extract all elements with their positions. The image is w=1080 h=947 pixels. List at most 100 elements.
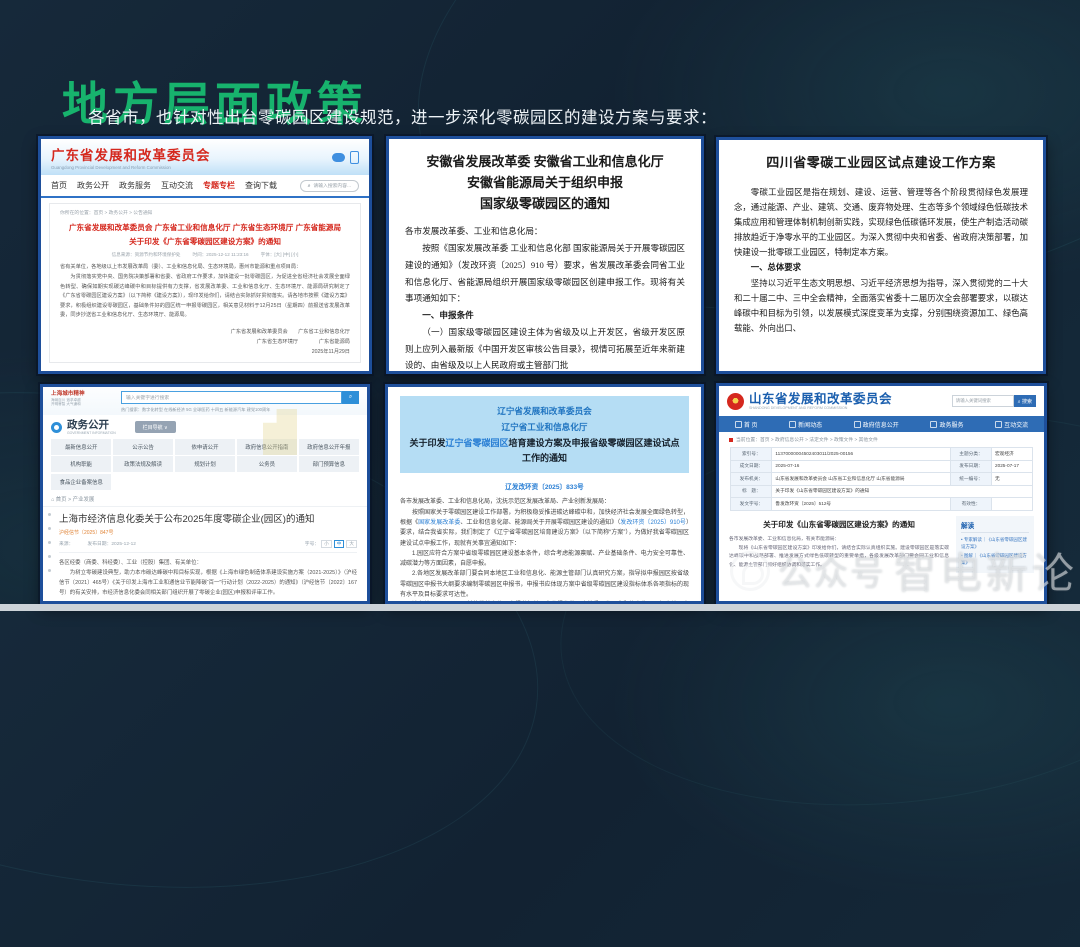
search-input[interactable]: 请输入关键词搜索 (951, 395, 1014, 407)
meta-value (990, 497, 1033, 511)
site-logo-text: 上海城市精神 海纳百川 追求卓越 开明睿智 大气谦和 (51, 391, 85, 407)
site-header: 上海城市精神 海纳百川 追求卓越 开明睿智 大气谦和 输入关键字进行搜索 ⌕ 热… (43, 387, 367, 415)
site-header: ★ 山东省发展和改革委员会 SHANDONG DEVELOPMENT AND R… (719, 386, 1044, 416)
meta-value: 关于印发《山东省零碳园区建设方案》的通知 (771, 484, 1033, 499)
issuer-line: 辽宁省工业和信息化厅 (501, 422, 588, 433)
menu-item[interactable]: 公示公告 (112, 438, 174, 455)
font-small-button[interactable]: 小 (321, 539, 332, 548)
menu-item[interactable]: 机构职能 (51, 456, 112, 472)
nav-item-gov-info[interactable]: 政务公开 (77, 180, 109, 191)
inline-link[interactable]: 国家发展改革委 (418, 520, 460, 526)
meta-label: 发布日期： (949, 459, 992, 474)
font-mid-button[interactable]: 中 (333, 539, 345, 548)
paragraph: 现将《山东省零碳园区建设方案》印发给你们，请结合实际认真组织实施。建设零碳园区是… (729, 545, 949, 568)
inline-link[interactable]: 发改环资〔2025〕910号 (620, 520, 686, 526)
paragraph: 按照国家关于零碳园区建设工作部署，为积极稳妥推进碳达峰碳中和，加快经济社会发展全… (400, 509, 689, 547)
mobile-icon (350, 150, 359, 164)
article-title[interactable]: 上海市经济信息化委关于公布2025年度零碳企业(园区)的通知 (59, 511, 357, 525)
document-body: 各市发展改革委、工业和信息化局，有关市能源局： 现将《山东省零碳园区建设方案》印… (729, 536, 949, 571)
site-header: 广东省发展和改革委员会 Guangdong Provincial Develop… (41, 139, 369, 175)
meta-value: 宏观经济 (990, 447, 1033, 461)
menu-item[interactable]: 政府信息公开年报 (298, 438, 359, 455)
meta-value: 2025-07-17 (990, 459, 1033, 474)
paragraph: 坚持以习近平生态文明思想、习近平经济思想为指导，深入贯彻党的二十大和二十届二中、… (734, 278, 1028, 333)
menu-item[interactable]: 部门预算信息 (298, 456, 359, 472)
meta-label: 主题分类： (949, 447, 992, 461)
site-nav: 首页 政务公开 政务服务 互动交流 专题专栏 查询下载 ⌕ 请输入搜索内容... (41, 175, 369, 198)
paragraph: 按照《国家发展改革委 工业和信息化部 国家能源局关于开展零碳园区建设的通知》（发… (405, 243, 685, 304)
search-icon: ⌕ (307, 183, 311, 189)
page-subtitle: 各省市，也针对性出台零碳园区建设规范，进一步深化零碳园区的建设方案与要求： (88, 109, 717, 127)
info-icon (853, 420, 861, 428)
nav-item-services[interactable]: 政务服务 (119, 180, 151, 191)
search-button[interactable]: ⌕ (342, 391, 359, 404)
salutation: 各市发展改革委、工业和信息化局，有关市能源局： (729, 536, 840, 542)
document-title: 安徽省发展改革委 安徽省工业和信息化厅 安徽省能源局关于组织申报 国家级零碳园区… (426, 154, 664, 211)
chat-icon (995, 420, 1003, 428)
paragraph: 零碳工业园区是指在规划、建设、运营、管理等各个阶段贯彻绿色发展理念，通过能源、产… (734, 187, 1028, 258)
meta-value: 无 (990, 472, 1033, 486)
nav-item-special-columns[interactable]: 专题专栏 (203, 180, 235, 191)
search-button[interactable]: ⌕ 搜索 (1013, 395, 1036, 407)
shandong-doc-panel: ★ 山东省发展和改革委员会 SHANDONG DEVELOPMENT AND R… (716, 383, 1047, 604)
meta-value: 2025-07-16 (771, 459, 951, 474)
list-bullets (48, 512, 51, 572)
meta-label: 成文日期： (730, 459, 773, 474)
nav-item-downloads[interactable]: 查询下载 (245, 180, 277, 191)
menu-item[interactable]: 公务员 (236, 456, 298, 472)
nav-item-news[interactable]: 新闻动态 (789, 420, 822, 429)
interpretation-link[interactable]: • 专家解读｜《山东省零碳园区建设方案》 (961, 536, 1029, 550)
nav-item-home[interactable]: 首页 (51, 180, 67, 191)
breadcrumb[interactable]: 你所在的位置：首页 > 政务公开 > 公告通知 (60, 209, 350, 216)
shanghai-doc-panel: 上海城市精神 海纳百川 追求卓越 开明睿智 大气谦和 输入关键字进行搜索 ⌕ 热… (40, 384, 370, 604)
document-header: 辽宁省发展和改革委员会 辽宁省工业和信息化厅 关于印发辽宁省零碳园区培育建设方案… (400, 396, 689, 474)
meta-font-size[interactable]: 字体：[大] [中] [小] (261, 252, 299, 258)
nav-item-home[interactable]: 首 页 (734, 420, 757, 429)
breadcrumb[interactable]: ⌂ 首页 > 产业发展 (43, 490, 367, 507)
menu-item[interactable]: 依申请公开 (174, 438, 236, 455)
interpretation-title: 解读 (961, 520, 1029, 533)
hot-search-links[interactable]: 热门搜索：数字化转型 在线新经济 5G 全球医药 十四五 新能源汽车 建党100… (121, 407, 359, 413)
menu-item[interactable]: 食品企业备案信息 (51, 473, 112, 490)
nav-item-interaction[interactable]: 互动交流 (995, 420, 1028, 429)
signature-block: 广东省发展和改革委员会 广东省工业和信息化厅 广东省生态环境厅 广东省能源局 2… (60, 327, 350, 357)
meta-value: 鲁发改环资〔2025〕512号 (771, 497, 951, 511)
paragraph: 为贯彻落实党中央、国务院决策部署和省委、省政府工作要求，加快建设一批零碳园区，为… (60, 273, 350, 319)
nav-item-services[interactable]: 政务服务 (930, 420, 963, 429)
signature-line: 广东省生态环境厅 广东省能源局 (256, 339, 350, 346)
interpretation-link[interactable]: • 图解｜《山东省零碳园区建设方案》 (961, 552, 1029, 566)
article-body: 各区经委（商委、科经委）、工业（控股）集团、有关单位： 为树立零碳建设典型，助力… (59, 558, 357, 598)
nav-item-gov-info[interactable]: 政府信息公开 (853, 420, 899, 429)
section-header: 政务公开 GOVERNMENT INFORMATION 栏目导航 ∨ (43, 409, 367, 455)
weather-icon (332, 152, 345, 162)
article-meta: 来源： 发布日期：2025-12-12 字号： 小 中 大 (59, 539, 357, 553)
title-link[interactable]: 辽宁省零碳园区 (445, 438, 508, 448)
breadcrumb[interactable]: 当前位置：首页 > 政府信息公开 > 法定文件 > 政策文件 > 其他文件 (719, 432, 1044, 446)
search-input[interactable]: 输入关键字进行搜索 (121, 391, 342, 404)
paragraph: 为树立零碳建设典型，助力本市碳达峰碳中和目标实现，根据《上海市绿色制造体系建设实… (59, 569, 357, 596)
interpretation-box: 解读 • 专家解读｜《山东省零碳园区建设方案》 • 图解｜《山东省零碳园区建设方… (956, 515, 1034, 573)
news-icon (789, 420, 797, 428)
article-box: 你所在的位置：首页 > 政务公开 > 公告通知 广东省发展和改革委员会 广东省工… (49, 203, 361, 364)
site-logo-subtext: SHANDONG DEVELOPMENT AND REFORM COMMISSI… (749, 406, 848, 411)
meta-label: 统一编号： (949, 472, 992, 486)
search-input[interactable]: ⌕ 请输入搜索内容... (299, 179, 359, 192)
meta-time: 时间：2025-12-12 11:23:16 (192, 252, 249, 258)
article-body: 省有关单位，各地级以上市发展改革局（委）、工业和信息化局、生态环境局，惠州市能源… (60, 263, 350, 321)
document-body: 各市发展改革委、工业和信息化局，沈抚示范区发展改革局、产业创新发展局： 按照国家… (400, 497, 689, 601)
menu-item[interactable]: 最新信息公开 (51, 438, 112, 455)
bottom-edge-strip (0, 604, 1080, 611)
document-body: 各市发展改革委、工业和信息化局： 按照《国家发展改革委 工业和信息化部 国家能源… (405, 223, 685, 371)
section-title: 政务公开 (67, 419, 109, 431)
menu-item[interactable]: 规划计划 (174, 456, 236, 472)
meta-date: 发布日期：2025-12-12 (87, 542, 136, 547)
nav-item-interaction[interactable]: 互动交流 (161, 180, 193, 191)
sichuan-doc-panel: 四川省零碳工业园区试点建设工作方案 零碳工业园区是指在规划、建设、运营、管理等各… (716, 137, 1046, 374)
doc-number: 沪经信节〔2025〕847号 (59, 529, 114, 536)
document-title: 关于印发辽宁省零碳园区培育建设方案及申报省级零碳园区建设试点工作的通知 (409, 437, 680, 463)
font-large-button[interactable]: 大 (346, 539, 357, 548)
menu-item[interactable]: 政策法规及解读 (112, 456, 174, 472)
meta-label: 发文字号： (730, 497, 773, 511)
meta-label: 标 题： (730, 484, 773, 499)
column-nav-button[interactable]: 栏目导航 ∨ (134, 421, 176, 434)
